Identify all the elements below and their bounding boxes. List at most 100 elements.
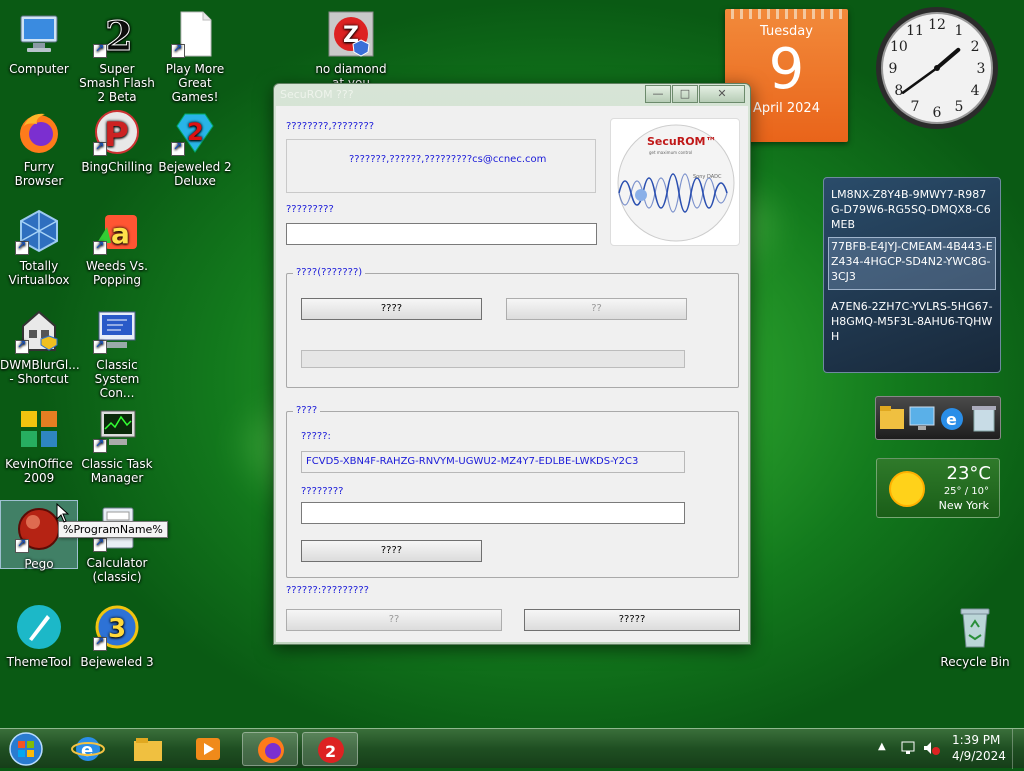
desktop-icon-classic-system-config[interactable]: Classic System Con... bbox=[78, 302, 156, 400]
shortcut-arrow-icon bbox=[15, 338, 29, 354]
weather-gadget[interactable]: 23°C 25° / 10° New York bbox=[876, 458, 1000, 518]
firefox-icon bbox=[258, 737, 284, 763]
show-desktop-button[interactable] bbox=[1012, 729, 1024, 769]
clock-numeral: 12 bbox=[928, 17, 946, 33]
virtualbox-icon bbox=[15, 207, 63, 255]
desktop-icon-computer[interactable]: Computer bbox=[0, 6, 78, 76]
name-input[interactable] bbox=[286, 223, 597, 245]
monitor-icon[interactable] bbox=[909, 406, 935, 430]
bejeweled-3-icon: 3 bbox=[93, 603, 141, 651]
task-manager-icon bbox=[93, 405, 141, 453]
desktop-icon-no-diamond[interactable]: Z no diamond at you bbox=[312, 6, 390, 90]
start-button[interactable] bbox=[4, 731, 48, 767]
trash-icon[interactable] bbox=[972, 406, 996, 432]
clock-numeral: 8 bbox=[894, 83, 903, 99]
taskbar-securom-button[interactable]: 2 bbox=[302, 732, 358, 766]
minimize-button[interactable]: — bbox=[645, 85, 671, 103]
progress-bar bbox=[301, 350, 685, 368]
shortcut-arrow-icon bbox=[93, 338, 107, 354]
window-title: SecuROM ??? bbox=[280, 88, 354, 101]
desktop-icon-recycle-bin[interactable]: Recycle Bin bbox=[936, 599, 1014, 669]
product-key-item[interactable]: A7EN6-2ZH7C-YVLRS-5HG67-H8GMQ-M5F3L-8AHU… bbox=[829, 298, 995, 349]
desktop-icon-classic-task-manager[interactable]: Classic Task Manager bbox=[78, 401, 156, 485]
weather-city: New York bbox=[938, 499, 989, 512]
clock-gadget[interactable]: 1 2 3 4 5 6 7 8 9 10 11 12 bbox=[874, 5, 1000, 131]
clock-numeral: 1 bbox=[955, 23, 964, 39]
clock-numeral: 3 bbox=[977, 61, 986, 77]
desktop-icon-bingchilling[interactable]: P BingChilling bbox=[78, 104, 156, 174]
show-hidden-icons-button[interactable]: ▲ bbox=[878, 741, 886, 752]
svg-text:3: 3 bbox=[108, 614, 126, 644]
window-titlebar[interactable]: SecuROM ??? — □ ✕ bbox=[274, 84, 750, 106]
svg-text:e: e bbox=[946, 410, 957, 429]
svg-text:2: 2 bbox=[325, 742, 336, 761]
shortcut-arrow-icon bbox=[93, 437, 107, 453]
desktop-icon-themetool[interactable]: ThemeTool bbox=[0, 599, 78, 669]
bejeweled-2-icon: 2 bbox=[171, 108, 219, 156]
group-box-2: ???? ?????: FCVD5-XBN4F-RAHZG-RNVYM-UGWU… bbox=[286, 405, 739, 578]
desktop-icon-furry-browser[interactable]: Furry Browser bbox=[0, 104, 78, 188]
group-box-1: ????(???????) ???? ?? bbox=[286, 267, 739, 388]
taskbar-explorer-button[interactable] bbox=[122, 732, 174, 766]
clock-numeral: 2 bbox=[971, 39, 980, 55]
shortcut-arrow-icon bbox=[171, 42, 185, 58]
weather-temp: 23°C bbox=[946, 463, 991, 484]
desktop-icon-super-smash-flash[interactable]: 2 Super Smash Flash 2 Beta bbox=[78, 6, 156, 105]
group-2-button[interactable]: ???? bbox=[301, 540, 482, 562]
unlock-code-input[interactable] bbox=[301, 502, 685, 524]
desktop-icon-bejeweled-3[interactable]: 3 Bejeweled 3 bbox=[78, 599, 156, 669]
contact-info-text: ???????,??????,?????????cs@ccnec.com bbox=[349, 154, 547, 165]
securom-logo: SecuROM™ get maximum control Sony DADC bbox=[610, 118, 740, 246]
desktop-icon-calculator[interactable]: Calculator (classic) bbox=[78, 500, 156, 584]
volume-muted-icon[interactable] bbox=[922, 739, 940, 757]
bottom-left-button[interactable]: ?? bbox=[286, 609, 502, 631]
taskbar-date[interactable]: 4/9/2024 bbox=[952, 749, 1006, 763]
shortcut-arrow-icon bbox=[93, 536, 107, 552]
folder-icon[interactable] bbox=[880, 406, 904, 429]
contact-info-box: ???????,??????,?????????cs@ccnec.com bbox=[286, 139, 596, 193]
product-keys-gadget[interactable]: LM8NX-Z8Y4B-9MWY7-R987G-D79W6-RG5SQ-DMQX… bbox=[823, 177, 1001, 373]
request-code-field[interactable]: FCVD5-XBN4F-RAHZG-RNVYM-UGWU2-MZ4Y7-EDLB… bbox=[301, 451, 685, 473]
bingchilling-icon: P bbox=[93, 108, 141, 156]
group-1-label: ????(???????) bbox=[293, 267, 366, 278]
taskbar-media-player-button[interactable] bbox=[182, 732, 234, 766]
desktop-icon-totally-virtualbox[interactable]: Totally Virtualbox bbox=[0, 203, 78, 287]
clock-numeral: 4 bbox=[971, 83, 980, 99]
maximize-button[interactable]: □ bbox=[672, 85, 698, 103]
shortcut-arrow-icon bbox=[171, 140, 185, 156]
product-key-item-selected[interactable]: 77BFB-E4JYJ-CMEAM-4B443-EZ434-4HGCP-SD4N… bbox=[828, 237, 996, 290]
bottom-right-button[interactable]: ????? bbox=[524, 609, 740, 631]
footer-label: ??????:????????? bbox=[286, 585, 369, 596]
desktop-icon-weeds-vs-popping[interactable]: a Weeds Vs. Popping bbox=[78, 203, 156, 287]
desktop-icon-kevinoffice[interactable]: KevinOffice 2009 bbox=[0, 401, 78, 485]
close-button[interactable]: ✕ bbox=[699, 85, 745, 103]
group-1-right-button[interactable]: ?? bbox=[506, 298, 687, 320]
clock-numeral: 7 bbox=[911, 99, 920, 115]
svg-text:P: P bbox=[104, 115, 129, 155]
shortcut-arrow-icon bbox=[93, 140, 107, 156]
system-config-icon bbox=[93, 306, 141, 354]
dwmblurglass-icon bbox=[15, 306, 63, 354]
clock-numeral: 11 bbox=[906, 23, 924, 39]
network-icon[interactable] bbox=[900, 739, 918, 757]
ie-icon[interactable]: e bbox=[941, 408, 963, 430]
group-1-left-button[interactable]: ???? bbox=[301, 298, 482, 320]
svg-text:2: 2 bbox=[187, 118, 204, 146]
taskbar-firefox-button[interactable] bbox=[242, 732, 298, 766]
smash-flash-icon: 2 bbox=[93, 10, 141, 61]
taskbar: e 2 ▲ 1:39 PM 4/9/2024 bbox=[0, 728, 1024, 769]
contact-label: ????????,???????? bbox=[286, 121, 375, 132]
desktop-icon-bejeweled-2[interactable]: 2 Bejeweled 2 Deluxe bbox=[156, 104, 234, 188]
sun-icon bbox=[889, 471, 925, 507]
windows-logo-icon bbox=[9, 732, 43, 766]
code-label: ?????: bbox=[301, 431, 331, 442]
calendar-rings bbox=[725, 9, 848, 19]
taskbar-time[interactable]: 1:39 PM bbox=[952, 733, 1000, 747]
desktop-icon-dwmblurglass[interactable]: DWMBlurGl... - Shortcut bbox=[0, 302, 80, 386]
product-key-item[interactable]: LM8NX-Z8Y4B-9MWY7-R987G-D79W6-RG5SQ-DMQX… bbox=[829, 186, 995, 237]
logo-brand: Sony DADC bbox=[693, 174, 722, 180]
desktop-icon-play-more-games[interactable]: Play More Great Games! bbox=[156, 6, 234, 104]
clock-numeral: 5 bbox=[955, 99, 964, 115]
taskbar-ie-button[interactable]: e bbox=[62, 732, 114, 766]
securom-window[interactable]: SecuROM ??? — □ ✕ ????????,???????? ????… bbox=[273, 83, 751, 645]
